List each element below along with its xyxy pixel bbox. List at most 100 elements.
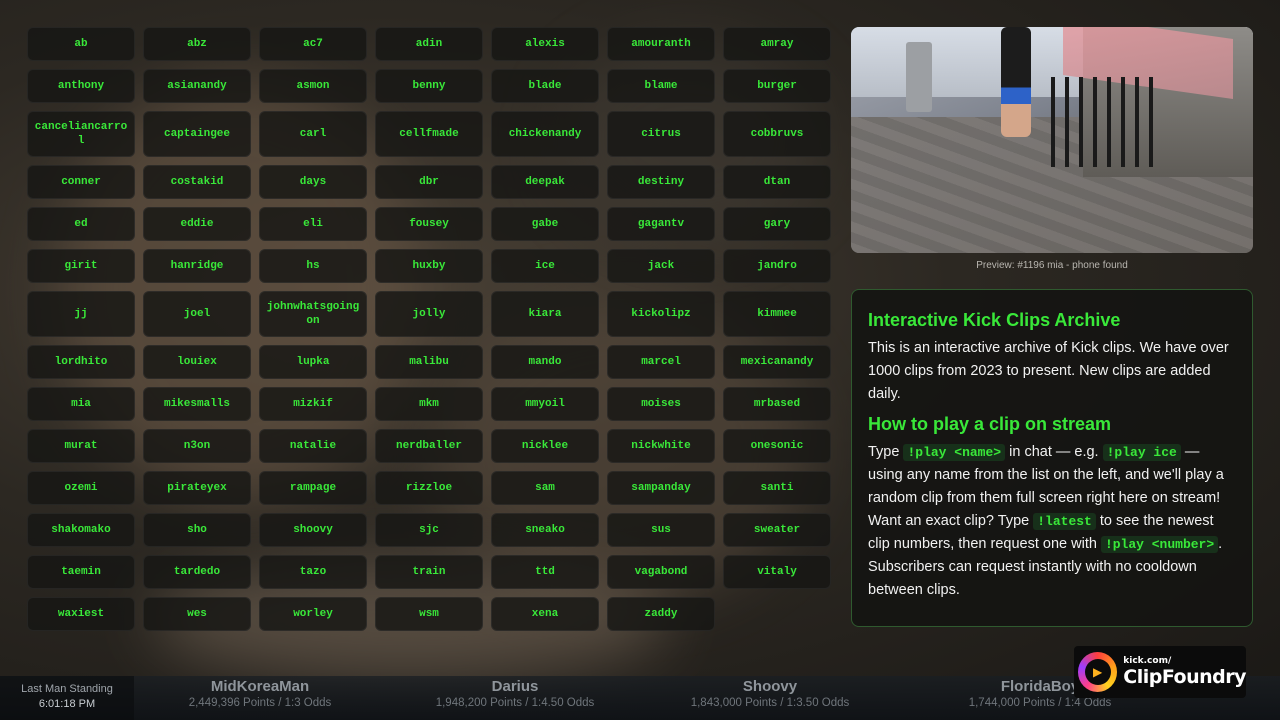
clip-name-button[interactable]: gabe: [491, 207, 599, 241]
clip-name-button[interactable]: ttd: [491, 555, 599, 589]
clip-name-button[interactable]: benny: [375, 69, 483, 103]
clip-name-button[interactable]: sus: [607, 513, 715, 547]
clip-name-button[interactable]: ab: [27, 27, 135, 61]
clip-name-button[interactable]: natalie: [259, 429, 367, 463]
clip-name-button[interactable]: sneako: [491, 513, 599, 547]
clip-name-button[interactable]: zaddy: [607, 597, 715, 631]
clip-name-button[interactable]: kickolipz: [607, 291, 715, 337]
clip-name-button[interactable]: jack: [607, 249, 715, 283]
clip-name-button[interactable]: johnwhatsgoingon: [259, 291, 367, 337]
clip-name-button[interactable]: asianandy: [143, 69, 251, 103]
clip-name-button[interactable]: taemin: [27, 555, 135, 589]
clip-name-button[interactable]: ice: [491, 249, 599, 283]
clip-name-button[interactable]: shoovy: [259, 513, 367, 547]
clip-name-button[interactable]: costakid: [143, 165, 251, 199]
clip-name-button[interactable]: blame: [607, 69, 715, 103]
clip-name-button[interactable]: waxiest: [27, 597, 135, 631]
clip-name-button[interactable]: jj: [27, 291, 135, 337]
clip-name-button[interactable]: mkm: [375, 387, 483, 421]
clip-name-button[interactable]: wsm: [375, 597, 483, 631]
clip-name-button[interactable]: abz: [143, 27, 251, 61]
clip-name-button[interactable]: wes: [143, 597, 251, 631]
clip-name-button[interactable]: fousey: [375, 207, 483, 241]
clip-name-button[interactable]: asmon: [259, 69, 367, 103]
clip-name-button[interactable]: alexis: [491, 27, 599, 61]
clip-name-button[interactable]: huxby: [375, 249, 483, 283]
clip-preview[interactable]: [851, 27, 1253, 253]
clip-name-button[interactable]: mmyoil: [491, 387, 599, 421]
clip-name-button[interactable]: gary: [723, 207, 831, 241]
clip-name-button[interactable]: hanridge: [143, 249, 251, 283]
clip-name-button[interactable]: carl: [259, 111, 367, 157]
clip-name-button[interactable]: eddie: [143, 207, 251, 241]
clip-name-button[interactable]: dtan: [723, 165, 831, 199]
clip-name-button[interactable]: anthony: [27, 69, 135, 103]
clip-name-button[interactable]: marcel: [607, 345, 715, 379]
clip-name-button[interactable]: worley: [259, 597, 367, 631]
clip-name-button[interactable]: days: [259, 165, 367, 199]
clip-name-button[interactable]: shakomako: [27, 513, 135, 547]
clip-name-button[interactable]: nicklee: [491, 429, 599, 463]
clip-name-button[interactable]: girit: [27, 249, 135, 283]
clip-name-button[interactable]: canceliancarrol: [27, 111, 135, 157]
clip-name-button[interactable]: sampanday: [607, 471, 715, 505]
clip-name-button[interactable]: mia: [27, 387, 135, 421]
clip-name-button[interactable]: citrus: [607, 111, 715, 157]
clip-name-button[interactable]: blade: [491, 69, 599, 103]
clip-name-button[interactable]: murat: [27, 429, 135, 463]
clip-name-button[interactable]: dbr: [375, 165, 483, 199]
command-latest: !latest: [1033, 513, 1096, 530]
clip-name-button[interactable]: captaingee: [143, 111, 251, 157]
clip-name-button[interactable]: nickwhite: [607, 429, 715, 463]
clip-name-button[interactable]: tazo: [259, 555, 367, 589]
clip-name-button[interactable]: chickenandy: [491, 111, 599, 157]
clip-name-button[interactable]: sam: [491, 471, 599, 505]
clip-name-button[interactable]: jolly: [375, 291, 483, 337]
clip-name-button[interactable]: moises: [607, 387, 715, 421]
clip-name-button[interactable]: cellfmade: [375, 111, 483, 157]
clip-name-button[interactable]: cobbruvs: [723, 111, 831, 157]
clip-name-button[interactable]: pirateyex: [143, 471, 251, 505]
clip-name-button[interactable]: hs: [259, 249, 367, 283]
clip-name-button[interactable]: sweater: [723, 513, 831, 547]
clip-name-button[interactable]: gagantv: [607, 207, 715, 241]
clip-name-button[interactable]: louiex: [143, 345, 251, 379]
clip-name-button[interactable]: kimmee: [723, 291, 831, 337]
clip-name-button[interactable]: lordhito: [27, 345, 135, 379]
clip-name-button[interactable]: lupka: [259, 345, 367, 379]
clip-name-button[interactable]: tardedo: [143, 555, 251, 589]
clip-name-button[interactable]: adin: [375, 27, 483, 61]
clip-name-button[interactable]: amouranth: [607, 27, 715, 61]
clip-name-button[interactable]: rampage: [259, 471, 367, 505]
clip-name-button[interactable]: malibu: [375, 345, 483, 379]
clip-name-button[interactable]: train: [375, 555, 483, 589]
clip-name-button[interactable]: ozemi: [27, 471, 135, 505]
clip-name-button[interactable]: vitaly: [723, 555, 831, 589]
clip-name-button[interactable]: xena: [491, 597, 599, 631]
clip-name-button[interactable]: santi: [723, 471, 831, 505]
clip-name-button[interactable]: mizkif: [259, 387, 367, 421]
clip-name-button[interactable]: burger: [723, 69, 831, 103]
clip-name-button[interactable]: kiara: [491, 291, 599, 337]
clip-name-button[interactable]: jandro: [723, 249, 831, 283]
clip-name-button[interactable]: mexicanandy: [723, 345, 831, 379]
clip-name-button[interactable]: eli: [259, 207, 367, 241]
clip-name-button[interactable]: sjc: [375, 513, 483, 547]
clip-name-button[interactable]: mando: [491, 345, 599, 379]
clip-name-button[interactable]: destiny: [607, 165, 715, 199]
clip-name-button[interactable]: ed: [27, 207, 135, 241]
clip-name-button[interactable]: joel: [143, 291, 251, 337]
preview-fence: [1051, 77, 1161, 167]
clip-name-button[interactable]: deepak: [491, 165, 599, 199]
clip-name-button[interactable]: vagabond: [607, 555, 715, 589]
clip-name-button[interactable]: rizzloe: [375, 471, 483, 505]
clip-name-button[interactable]: ac7: [259, 27, 367, 61]
clip-name-button[interactable]: sho: [143, 513, 251, 547]
clip-name-button[interactable]: onesonic: [723, 429, 831, 463]
clip-name-button[interactable]: conner: [27, 165, 135, 199]
clip-name-button[interactable]: amray: [723, 27, 831, 61]
clip-name-button[interactable]: mrbased: [723, 387, 831, 421]
clip-name-button[interactable]: nerdballer: [375, 429, 483, 463]
clip-name-button[interactable]: mikesmalls: [143, 387, 251, 421]
clip-name-button[interactable]: n3on: [143, 429, 251, 463]
